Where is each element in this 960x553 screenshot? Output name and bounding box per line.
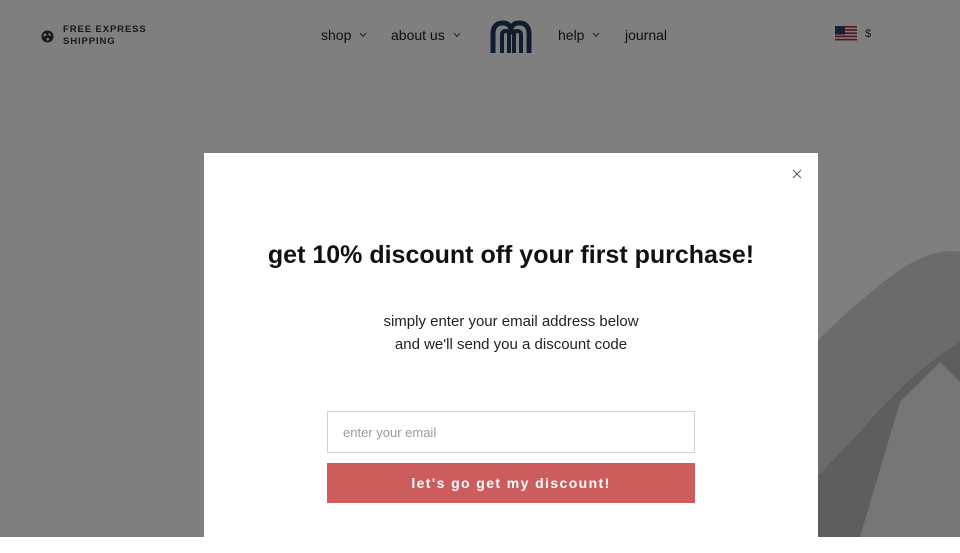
close-icon[interactable] (790, 167, 804, 181)
email-input[interactable] (327, 411, 695, 453)
popup-headline: get 10% discount off your first purchase… (267, 241, 755, 269)
get-discount-button[interactable]: let's go get my discount! (327, 463, 695, 503)
discount-popup: get 10% discount off your first purchase… (204, 153, 818, 553)
popup-subtext: simply enter your email address below an… (383, 313, 639, 353)
